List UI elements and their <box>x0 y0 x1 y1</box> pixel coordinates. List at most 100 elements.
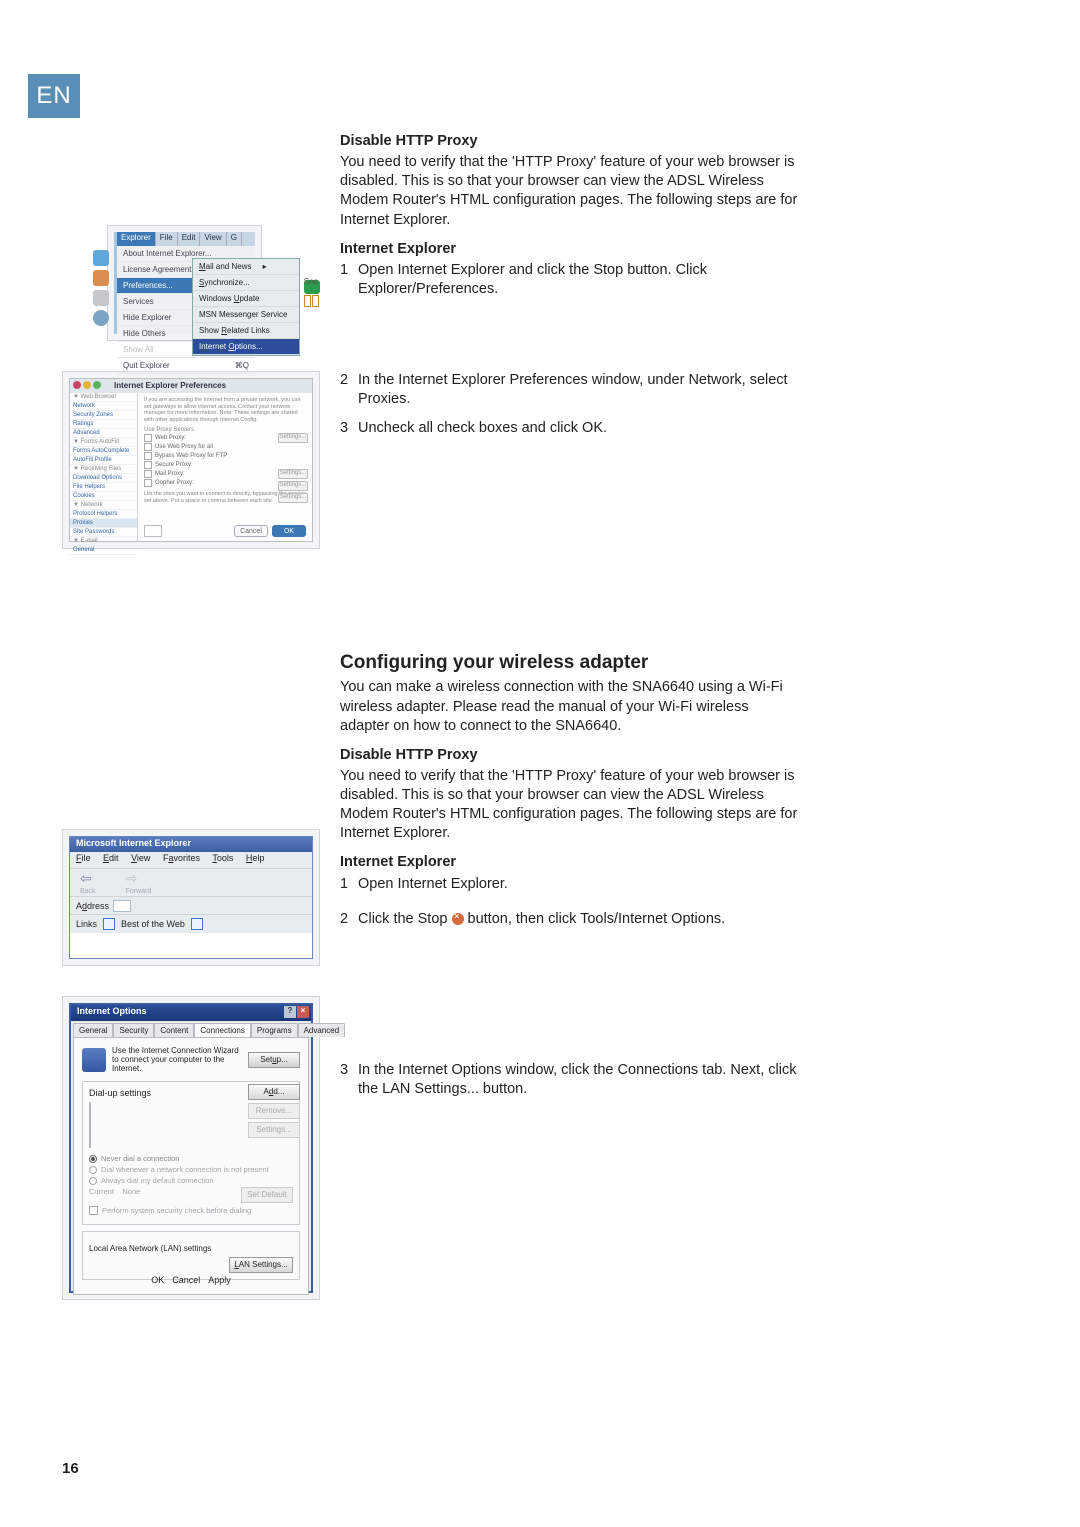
side-general[interactable]: General <box>70 546 137 555</box>
setup-button[interactable]: Setup... <box>248 1052 300 1068</box>
stop-icon <box>452 913 464 925</box>
para-proxy-intro-2: You need to verify that the 'HTTP Proxy'… <box>340 767 798 844</box>
side-helpers[interactable]: File Helpers <box>70 483 137 492</box>
checkbox[interactable] <box>144 479 152 487</box>
search-label: Sea <box>304 277 318 286</box>
step-1-1: Open Internet Explorer and click the Sto… <box>358 261 798 299</box>
back-icon[interactable]: ⇦ <box>80 870 92 886</box>
figure-ie-tools-menu: Microsoft Internet Explorer File Edit Vi… <box>62 829 320 966</box>
menu-tools[interactable]: Tools <box>212 853 233 863</box>
menu-help[interactable]: Help <box>246 853 265 863</box>
ioptions-tabs: General Security Content Connections Pro… <box>71 1021 311 1037</box>
prefs-sidebar: ▼ Web Browser Network Security Zones Rat… <box>70 393 138 541</box>
figures-column: ExplorerFileEditViewG About Internet Exp… <box>62 225 322 1330</box>
side-advanced[interactable]: Advanced <box>70 429 137 438</box>
para-configuring: You can make a wireless connection with … <box>340 678 798 735</box>
side-proxies[interactable]: Proxies <box>70 519 137 528</box>
heading-configuring: Configuring your wireless adapter <box>340 650 798 675</box>
step-2-1: Open Internet Explorer. <box>358 875 798 894</box>
heading-disable-proxy-2: Disable HTTP Proxy <box>340 746 798 765</box>
window-controls[interactable] <box>73 381 101 389</box>
radio-never-dial[interactable]: Never dial a connection <box>89 1154 293 1163</box>
wizard-icon <box>82 1048 106 1072</box>
menu-quit[interactable]: Quit Explorer⌘Q <box>117 358 255 374</box>
menu-view[interactable]: View <box>131 853 150 863</box>
dialup-listbox[interactable] <box>89 1102 91 1148</box>
tab-security[interactable]: Security <box>113 1023 154 1037</box>
heading-ie-1: Internet Explorer <box>340 240 798 259</box>
para-proxy-intro-1: You need to verify that the 'HTTP Proxy'… <box>340 153 798 230</box>
tab-programs[interactable]: Programs <box>251 1023 298 1037</box>
dd-sync[interactable]: Synchronize... <box>193 275 299 291</box>
cancel-button[interactable]: Cancel <box>234 525 268 537</box>
lan-settings-button[interactable]: LAN Settings... <box>229 1257 293 1273</box>
step-2-2: Click the Stop button, then click Tools/… <box>358 910 798 929</box>
address-input[interactable] <box>113 900 131 912</box>
checkbox[interactable] <box>144 443 152 451</box>
tab-connections[interactable]: Connections <box>194 1023 250 1037</box>
set-default-button: Set Default <box>241 1187 293 1203</box>
menu-file[interactable]: File <box>76 853 91 863</box>
tab-content[interactable]: Content <box>154 1023 194 1037</box>
settings-button[interactable]: Settings... <box>278 433 308 443</box>
checkbox[interactable] <box>144 470 152 478</box>
ioptions-titlebar: Internet Options ?× <box>71 1005 311 1021</box>
apply-button: Apply <box>208 1275 231 1285</box>
forward-icon: ⇨ <box>126 870 138 886</box>
side-protocol[interactable]: Protocol Helpers <box>70 510 137 519</box>
settings-button[interactable]: Settings... <box>278 481 308 491</box>
security-check[interactable]: Perform system security check before dia… <box>89 1206 293 1215</box>
dd-internet-options[interactable]: Internet Options... <box>193 339 299 355</box>
page-number: 16 <box>62 1460 79 1477</box>
ie-titlebar: Microsoft Internet Explorer <box>70 837 312 852</box>
bypass-ftp-row: Bypass Web Proxy for FTP <box>144 452 306 460</box>
radio-dial-when[interactable]: Dial whenever a network connection is no… <box>89 1165 293 1174</box>
ok-button[interactable]: OK <box>151 1275 164 1285</box>
side-ratings[interactable]: Ratings <box>70 420 137 429</box>
ie-navbar: ⇦Back ⇨Forward <box>70 869 312 897</box>
dd-msn[interactable]: MSN Messenger Service <box>193 307 299 323</box>
figure-internet-options: Internet Options ?× General Security Con… <box>62 996 320 1300</box>
dd-related[interactable]: Show Related Links <box>193 323 299 339</box>
link-best[interactable]: Best of the Web <box>121 919 185 929</box>
window-controls[interactable]: ?× <box>284 1006 309 1018</box>
figure-ie-preferences: Internet Explorer Preferences ▼ Web Brow… <box>62 371 320 549</box>
side-network[interactable]: Network <box>70 402 137 411</box>
tab-advanced[interactable]: Advanced <box>298 1023 346 1037</box>
settings-button[interactable]: Settings... <box>278 469 308 479</box>
menu-favorites[interactable]: Favorites <box>163 853 200 863</box>
ie-addressbar: Address <box>70 897 312 915</box>
checkbox[interactable] <box>144 461 152 469</box>
settings-button: Settings... <box>248 1122 300 1138</box>
side-download[interactable]: Download Options <box>70 474 137 483</box>
radio-always-dial[interactable]: Always dial my default connection <box>89 1176 293 1185</box>
lan-label: Local Area Network (LAN) settings <box>89 1244 293 1253</box>
dd-update[interactable]: Windows Update <box>193 291 299 307</box>
menu-edit[interactable]: Edit <box>103 853 119 863</box>
tools-dropdown: Mail and News ▸ Synchronize... Windows U… <box>192 258 300 356</box>
link-icon[interactable] <box>191 918 203 930</box>
cancel-button[interactable]: Cancel <box>172 1275 200 1285</box>
heading-disable-proxy-1: Disable HTTP Proxy <box>340 132 798 151</box>
mac-dock-icons <box>93 246 113 330</box>
tab-general[interactable]: General <box>73 1023 113 1037</box>
checkbox[interactable] <box>144 452 152 460</box>
add-button[interactable]: Add... <box>248 1084 300 1100</box>
side-cookies[interactable]: Cookies <box>70 492 137 501</box>
side-security[interactable]: Security Zones <box>70 411 137 420</box>
remove-button: Remove... <box>248 1103 300 1119</box>
help-dropdown[interactable] <box>144 525 162 537</box>
step-2-3: In the Internet Options window, click th… <box>358 1061 798 1099</box>
body-text: Disable HTTP Proxy You need to verify th… <box>340 132 798 1103</box>
side-sitepass[interactable]: Site Passwords <box>70 528 137 537</box>
side-autofillprofile[interactable]: AutoFill Profile <box>70 456 137 465</box>
settings-button[interactable]: Settings... <box>278 493 308 503</box>
link-icon[interactable] <box>103 918 115 930</box>
heading-ie-2: Internet Explorer <box>340 853 798 872</box>
ie-menubar: File Edit View Favorites Tools Help <box>70 852 312 869</box>
ok-button[interactable]: OK <box>272 525 306 537</box>
checkbox[interactable] <box>144 434 152 442</box>
side-autocomplete[interactable]: Forms AutoComplete <box>70 447 137 456</box>
use-all-row: Use Web Proxy for all <box>144 443 306 451</box>
dd-mail[interactable]: Mail and News ▸ <box>193 259 299 275</box>
